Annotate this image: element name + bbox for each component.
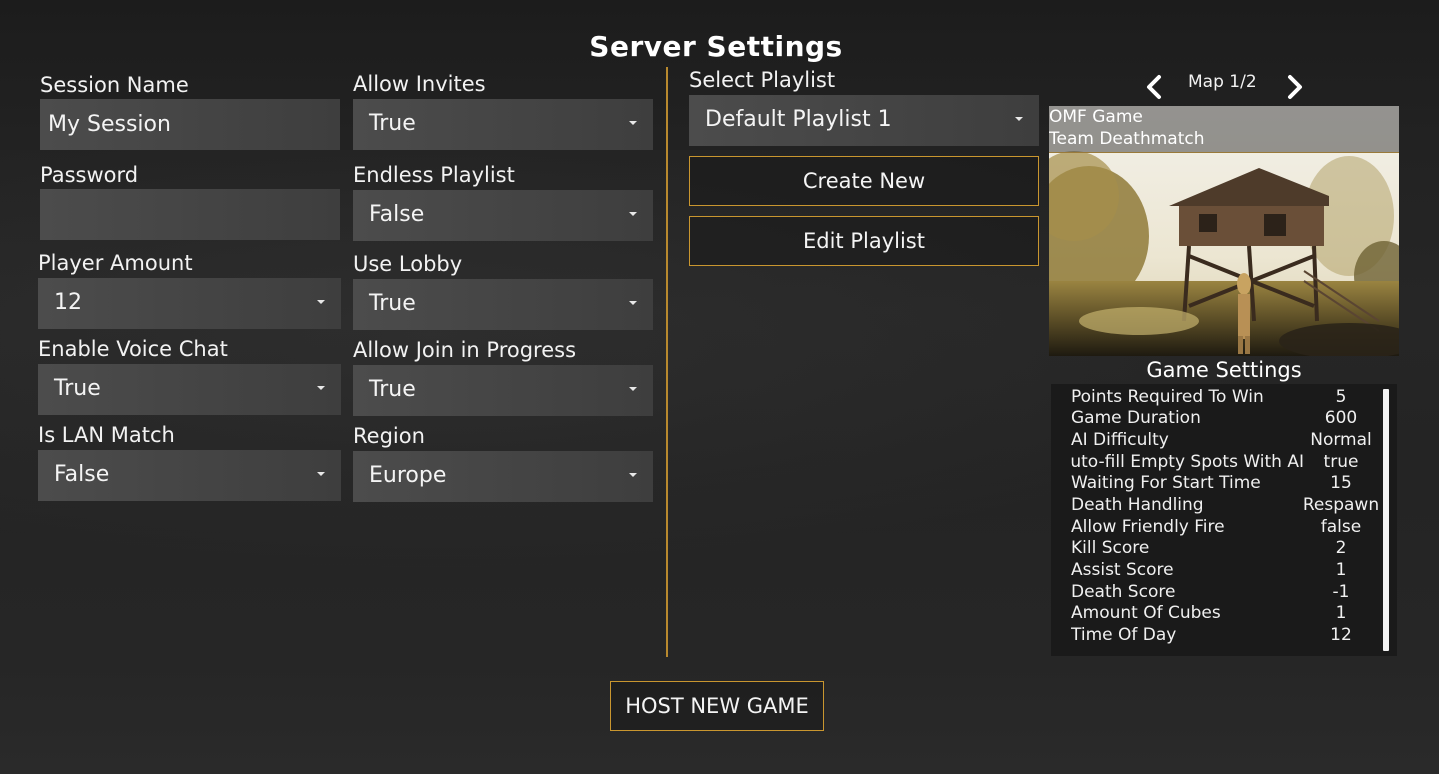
session-name-label: Session Name: [40, 73, 189, 97]
game-setting-row: Death Score -1: [1071, 582, 1350, 602]
game-setting-row: Waiting For Start Time 15: [1071, 473, 1352, 493]
caret-down-icon: [1015, 117, 1023, 121]
player-amount-dropdown[interactable]: 12: [38, 278, 341, 329]
player-amount-value: 12: [54, 290, 82, 315]
game-setting-row: Allow Friendly Fire false: [1071, 517, 1362, 537]
game-settings-title: Game Settings: [1146, 358, 1302, 382]
column-divider: [666, 67, 668, 657]
region-value: Europe: [369, 463, 447, 488]
map-preview[interactable]: OMF Game Team Deathmatch: [1049, 106, 1399, 356]
endless-playlist-value: False: [369, 202, 425, 227]
game-setting-row: Death Handling Respawn: [1071, 495, 1380, 515]
create-new-button[interactable]: Create New: [689, 156, 1039, 206]
game-setting-row: Assist Score 1: [1071, 560, 1347, 580]
game-setting-row: AI Difficulty Normal: [1071, 430, 1372, 450]
host-new-game-button[interactable]: HOST NEW GAME: [610, 681, 824, 731]
playlist-value: Default Playlist 1: [705, 107, 892, 132]
join-in-progress-dropdown[interactable]: True: [353, 365, 653, 416]
password-input[interactable]: [40, 189, 340, 240]
map-caption: OMF Game Team Deathmatch: [1049, 106, 1399, 153]
allow-invites-value: True: [369, 111, 416, 136]
session-name-input[interactable]: [40, 99, 340, 150]
game-setting-row: Amount Of Cubes 1: [1071, 603, 1347, 623]
use-lobby-label: Use Lobby: [353, 252, 463, 276]
caret-down-icon: [317, 300, 325, 304]
caret-down-icon: [629, 387, 637, 391]
use-lobby-value: True: [369, 291, 416, 316]
endless-playlist-dropdown[interactable]: False: [353, 190, 653, 241]
caret-down-icon: [317, 386, 325, 390]
game-setting-row: Points Required To Win 5: [1071, 387, 1347, 407]
game-settings-scrollbar[interactable]: [1383, 389, 1389, 651]
map-counter: Map 1/2: [1188, 72, 1257, 92]
caret-down-icon: [629, 121, 637, 125]
map-game-mode: Team Deathmatch: [1049, 129, 1205, 149]
player-amount-label: Player Amount: [38, 251, 193, 275]
voice-chat-dropdown[interactable]: True: [38, 364, 341, 415]
caret-down-icon: [629, 473, 637, 477]
playlist-dropdown[interactable]: Default Playlist 1: [689, 95, 1039, 146]
caret-down-icon: [629, 212, 637, 216]
map-game-name: OMF Game: [1049, 107, 1143, 127]
lan-match-value: False: [54, 462, 110, 487]
game-settings-list[interactable]: Points Required To Win 5 Game Duration 600…: [1051, 384, 1397, 656]
join-in-progress-label: Allow Join in Progress: [353, 338, 577, 362]
page-title: Server Settings: [589, 30, 843, 63]
endless-playlist-label: Endless Playlist: [353, 163, 515, 187]
lan-match-label: Is LAN Match: [38, 423, 175, 447]
game-setting-row: Auto-fill Empty Spots With AI true: [1071, 452, 1359, 472]
game-setting-row: Game Duration 600: [1071, 408, 1358, 428]
chevron-left-icon[interactable]: [1142, 74, 1166, 100]
join-in-progress-value: True: [369, 377, 416, 402]
chevron-right-icon[interactable]: [1283, 74, 1307, 100]
region-label: Region: [353, 424, 425, 448]
select-playlist-label: Select Playlist: [689, 68, 836, 92]
lan-match-dropdown[interactable]: False: [38, 450, 341, 501]
use-lobby-dropdown[interactable]: True: [353, 279, 653, 330]
region-dropdown[interactable]: Europe: [353, 451, 653, 502]
caret-down-icon: [629, 301, 637, 305]
edit-playlist-button[interactable]: Edit Playlist: [689, 216, 1039, 266]
password-label: Password: [40, 163, 139, 187]
caret-down-icon: [317, 472, 325, 476]
allow-invites-label: Allow Invites: [353, 72, 486, 96]
game-setting-row: Kill Score 2: [1071, 538, 1347, 558]
voice-chat-value: True: [54, 376, 101, 401]
voice-chat-label: Enable Voice Chat: [38, 337, 228, 361]
game-setting-row: Time Of Day 12: [1071, 625, 1352, 645]
allow-invites-dropdown[interactable]: True: [353, 99, 653, 150]
